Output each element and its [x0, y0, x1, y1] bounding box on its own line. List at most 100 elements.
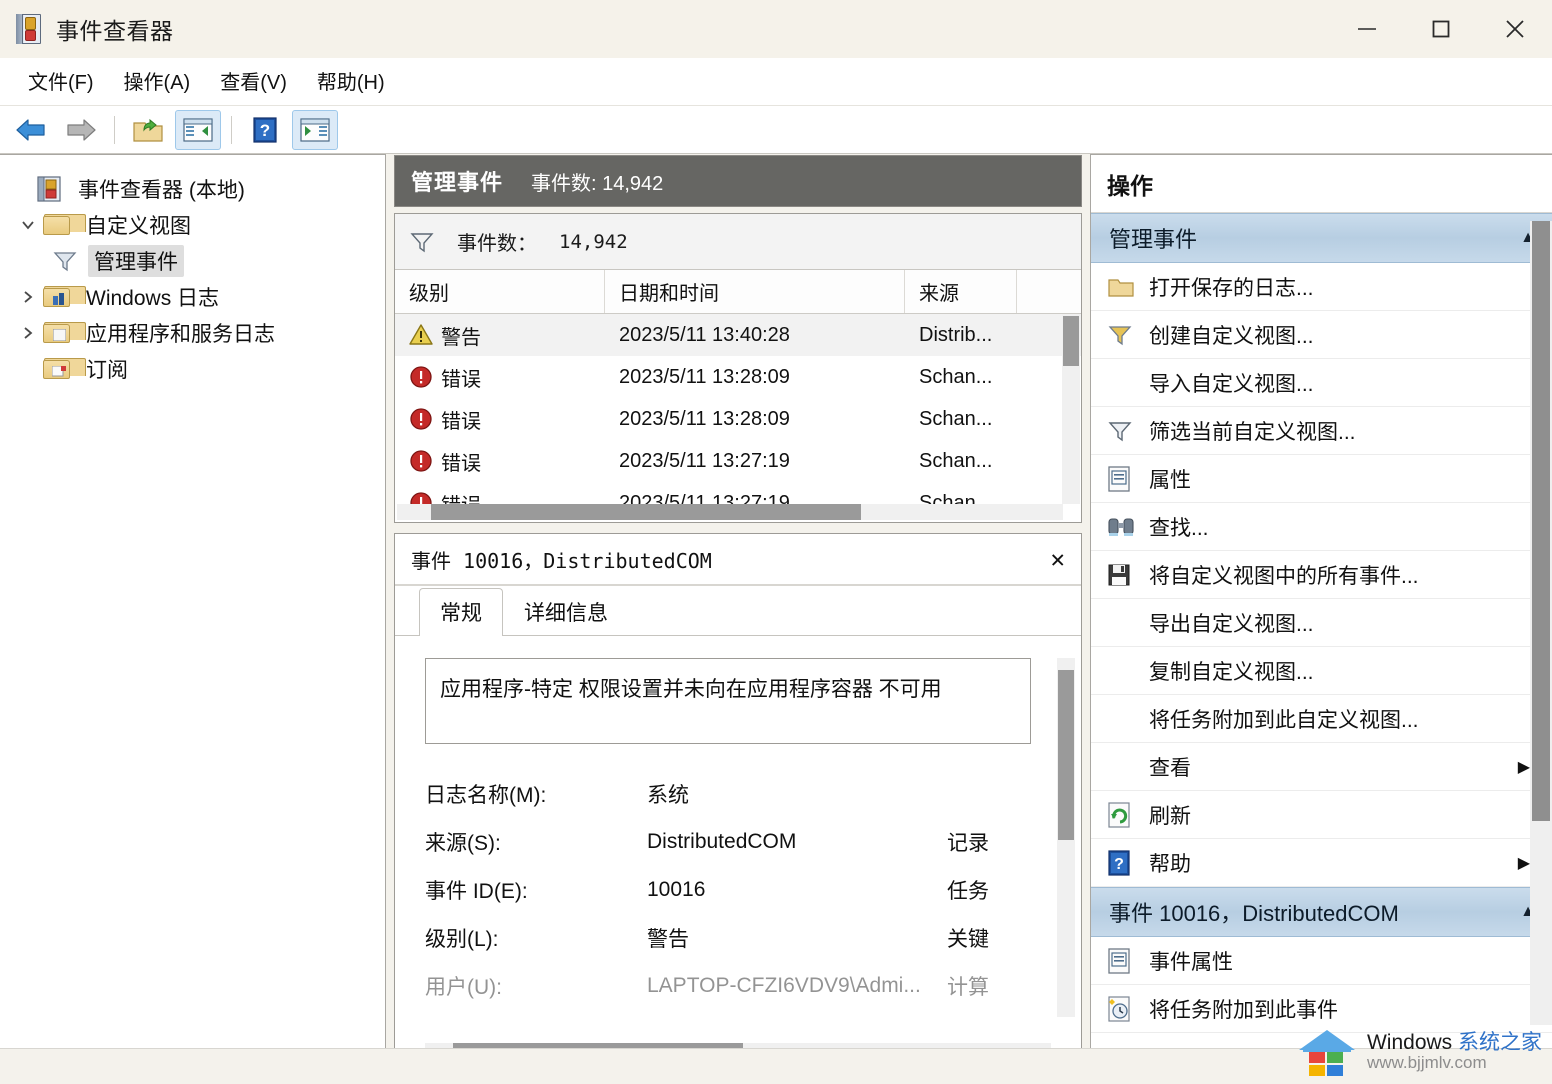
console-tree-pane: 事件查看器 (本地) 自定义视图 — [0, 154, 386, 1084]
action-refresh[interactable]: 刷新 — [1091, 791, 1552, 839]
action-export-custom-view[interactable]: 导出自定义视图... — [1091, 599, 1552, 647]
sidebar-item-app-service-logs[interactable]: 应用程序和服务日志 — [6, 315, 385, 351]
tab-details[interactable]: 详细信息 — [503, 588, 629, 636]
column-datetime[interactable]: 日期和时间 — [605, 270, 905, 313]
table-row[interactable]: 错误 2023/5/11 13:27:19 Schan... — [395, 440, 1081, 482]
actions-title: 操作 — [1091, 155, 1552, 213]
column-extra[interactable] — [1017, 270, 1081, 313]
column-source[interactable]: 来源 — [905, 270, 1017, 313]
toolbar-separator — [114, 116, 115, 144]
watermark-brand-cn: 系统之家 — [1458, 1031, 1542, 1054]
sidebar-item-label: Windows 日志 — [80, 281, 225, 313]
event-list-pane: 事件数： 14,942 级别 日期和时间 来源 — [394, 213, 1082, 523]
action-properties[interactable]: 属性 — [1091, 455, 1552, 503]
scrollbar-thumb[interactable] — [1532, 221, 1550, 821]
row-source: Distrib... — [905, 324, 1017, 347]
expander-chevron-right-icon[interactable] — [14, 289, 42, 305]
action-view[interactable]: 查看 ▶ — [1091, 743, 1552, 791]
sidebar-item-windows-logs[interactable]: Windows 日志 — [6, 279, 385, 315]
scrollbar-thumb[interactable] — [1058, 670, 1074, 840]
sidebar-item-label: 应用程序和服务日志 — [80, 317, 281, 349]
scrollbar-thumb[interactable] — [1063, 316, 1079, 366]
open-saved-log-button[interactable] — [125, 110, 171, 150]
section-managed-events[interactable]: 管理事件 ▲ — [1091, 213, 1552, 263]
filter-label: 事件数： — [457, 227, 537, 256]
event-list-vertical-scrollbar[interactable] — [1062, 314, 1080, 504]
sidebar-item-custom-views[interactable]: 自定义视图 — [6, 207, 385, 243]
properties-icon — [1107, 466, 1149, 492]
section-event-10016[interactable]: 事件 10016，DistributedCOM ▲ — [1091, 887, 1552, 937]
close-icon[interactable]: ✕ — [1051, 545, 1065, 573]
help-button[interactable]: ? — [242, 110, 288, 150]
table-row[interactable]: 错误 2023/5/11 13:28:09 Schan... — [395, 356, 1081, 398]
filter-count-value: 14,942 — [559, 231, 628, 253]
forward-button[interactable] — [58, 110, 104, 150]
toolbar: ? — [0, 106, 1552, 154]
field-user: 用户(U): LAPTOP-CFZI6VDV9\Admi... 计算 — [425, 962, 1031, 1010]
funnel-create-icon — [1107, 323, 1149, 347]
action-find[interactable]: 查找... — [1091, 503, 1552, 551]
row-level: 错误 — [441, 447, 481, 476]
tab-general[interactable]: 常规 — [419, 588, 503, 636]
action-help[interactable]: ? 帮助 ▶ — [1091, 839, 1552, 887]
expander-chevron-down-icon[interactable] — [14, 217, 42, 233]
section-header-label: 事件 10016，DistributedCOM — [1109, 896, 1520, 928]
show-console-tree-button[interactable] — [175, 110, 221, 150]
funnel-icon — [1107, 419, 1149, 443]
window-title: 事件查看器 — [56, 12, 174, 46]
show-action-pane-button[interactable] — [292, 110, 338, 150]
toolbar-separator-2 — [231, 116, 232, 144]
field-value: 10016 — [647, 878, 947, 902]
help-question-icon: ? — [251, 116, 279, 144]
table-row[interactable]: 错误 2023/5/11 13:28:09 Schan... — [395, 398, 1081, 440]
event-viewer-icon — [14, 13, 44, 45]
action-import-custom-view[interactable]: 导入自定义视图... — [1091, 359, 1552, 407]
svg-text:?: ? — [260, 121, 270, 140]
row-datetime: 2023/5/11 13:40:28 — [605, 324, 905, 347]
field-key: 来源(S): — [425, 827, 647, 857]
column-level[interactable]: 级别 — [395, 270, 605, 313]
event-viewer-window: 事件查看器 文件(F) 操作(A) 查看(V) 帮助(H) — [0, 0, 1552, 1084]
action-attach-task-to-custom-view[interactable]: 将任务附加到此自定义视图... — [1091, 695, 1552, 743]
menu-action[interactable]: 操作(A) — [110, 62, 207, 101]
expander-chevron-right-icon-2[interactable] — [14, 325, 42, 341]
menu-file[interactable]: 文件(F) — [14, 62, 110, 101]
row-level: 错误 — [441, 405, 481, 434]
field-key: 事件 ID(E): — [425, 875, 647, 905]
action-open-saved-log[interactable]: 打开保存的日志... — [1091, 263, 1552, 311]
tree-root-event-viewer[interactable]: 事件查看器 (本地) — [6, 171, 385, 207]
folder-app-icon — [42, 322, 72, 344]
row-datetime: 2023/5/11 13:28:09 — [605, 408, 905, 431]
action-label: 筛选当前自定义视图... — [1149, 416, 1552, 446]
action-event-properties[interactable]: 事件属性 — [1091, 937, 1552, 985]
maximize-button[interactable] — [1404, 0, 1478, 58]
detail-vertical-scrollbar[interactable] — [1057, 658, 1075, 1017]
watermark-brand: Windows — [1367, 1031, 1458, 1054]
action-label: 查找... — [1149, 512, 1552, 542]
action-label: 将任务附加到此自定义视图... — [1149, 704, 1552, 734]
menu-view[interactable]: 查看(V) — [206, 62, 303, 101]
sidebar-item-subscriptions[interactable]: 订阅 — [6, 351, 385, 387]
minimize-button[interactable] — [1330, 0, 1404, 58]
folder-subscription-icon — [42, 358, 72, 380]
action-copy-custom-view[interactable]: 复制自定义视图... — [1091, 647, 1552, 695]
sidebar-item-managed-events[interactable]: 管理事件 — [6, 243, 385, 279]
event-list-horizontal-scrollbar[interactable] — [397, 504, 1063, 520]
action-label: 属性 — [1149, 464, 1552, 494]
filter-summary-row[interactable]: 事件数： 14,942 — [395, 214, 1081, 270]
event-detail-header: 事件 10016，DistributedCOM ✕ — [395, 534, 1081, 586]
field-key2: 关键 — [947, 923, 1031, 953]
window-controls — [1330, 0, 1552, 58]
row-source: Schan... — [905, 408, 1017, 431]
actions-vertical-scrollbar[interactable] — [1530, 221, 1552, 1025]
center-column: 管理事件 事件数: 14,942 事件数： 14,942 级别 日期和时间 来源 — [386, 154, 1090, 1084]
menu-help[interactable]: 帮助(H) — [303, 62, 401, 101]
back-button[interactable] — [8, 110, 54, 150]
close-button[interactable] — [1478, 0, 1552, 58]
scrollbar-thumb[interactable] — [431, 504, 861, 520]
action-create-custom-view[interactable]: 创建自定义视图... — [1091, 311, 1552, 359]
page-title: 管理事件 — [411, 165, 503, 197]
table-row[interactable]: 警告 2023/5/11 13:40:28 Distrib... — [395, 314, 1081, 356]
action-filter-current-custom-view[interactable]: 筛选当前自定义视图... — [1091, 407, 1552, 455]
action-save-all-events[interactable]: 将自定义视图中的所有事件... — [1091, 551, 1552, 599]
